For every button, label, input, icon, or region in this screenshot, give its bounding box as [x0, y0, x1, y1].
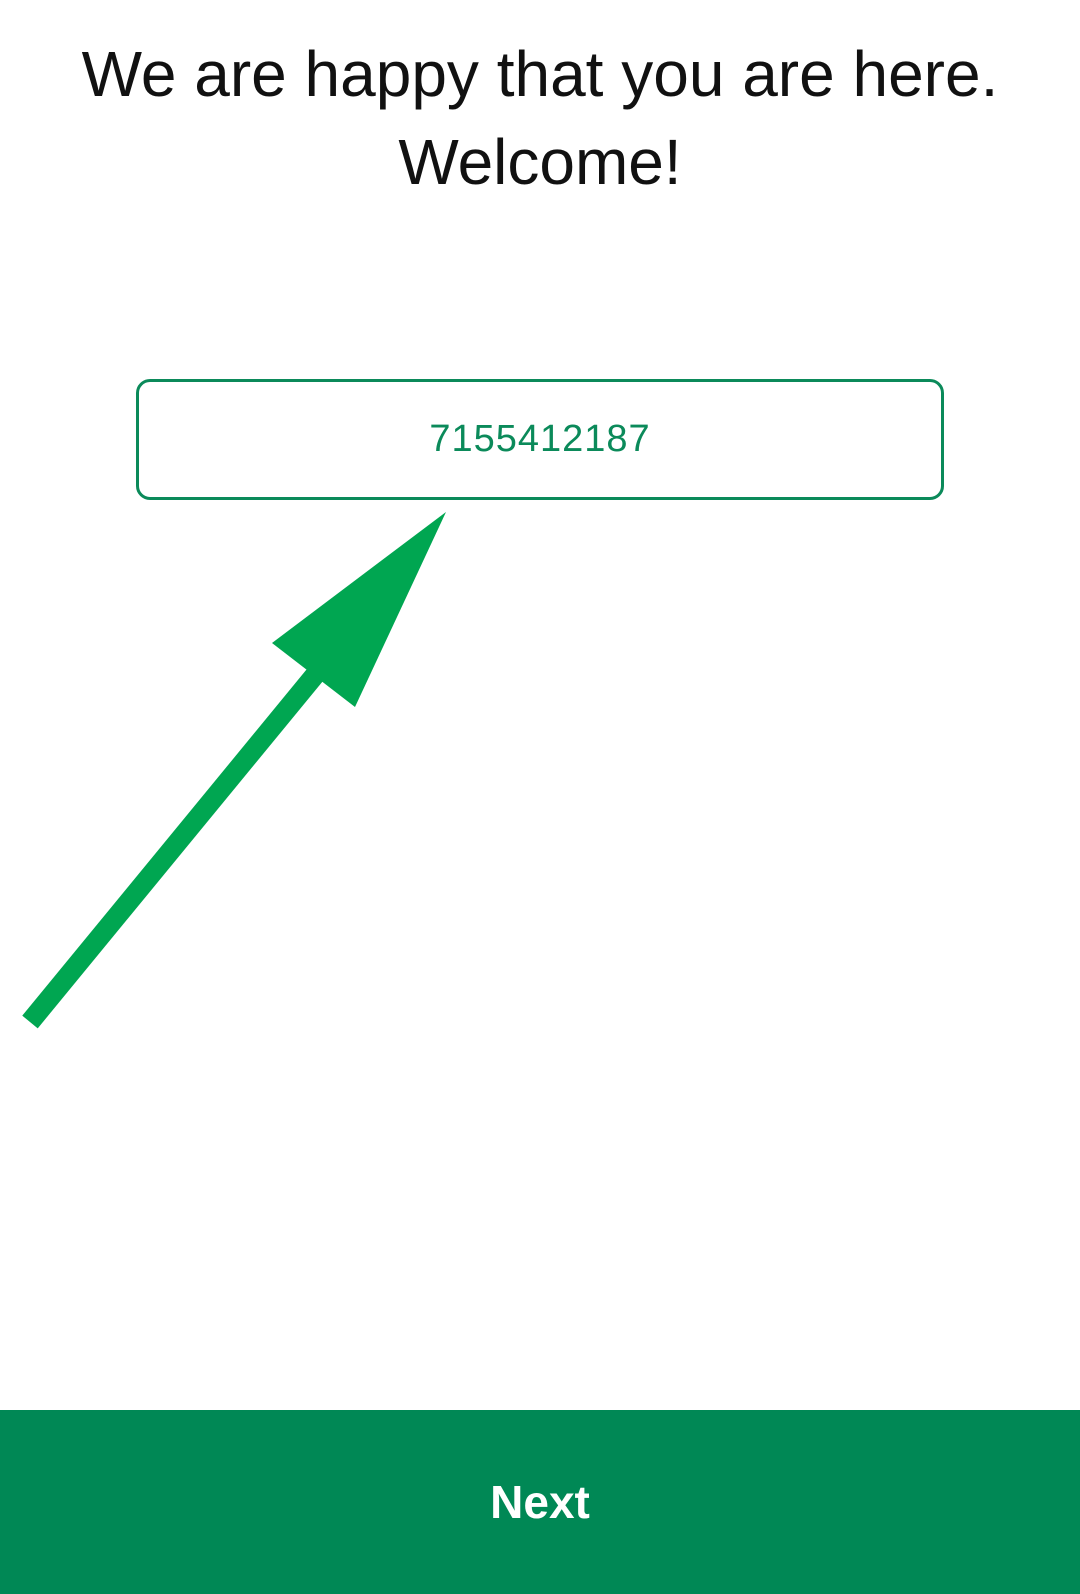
phone-number-input[interactable]	[136, 379, 944, 500]
annotation-arrow-icon	[22, 512, 446, 1029]
welcome-line-1: We are happy that you are here.	[81, 38, 999, 110]
welcome-screen: We are happy that you are here. Welcome!…	[0, 0, 1080, 1594]
annotation-arrow-head	[272, 512, 446, 707]
next-button[interactable]: Next	[0, 1410, 1080, 1594]
welcome-line-2: Welcome!	[398, 126, 682, 198]
welcome-heading: We are happy that you are here. Welcome!	[0, 30, 1080, 206]
annotation-arrow-shaft	[22, 657, 332, 1029]
